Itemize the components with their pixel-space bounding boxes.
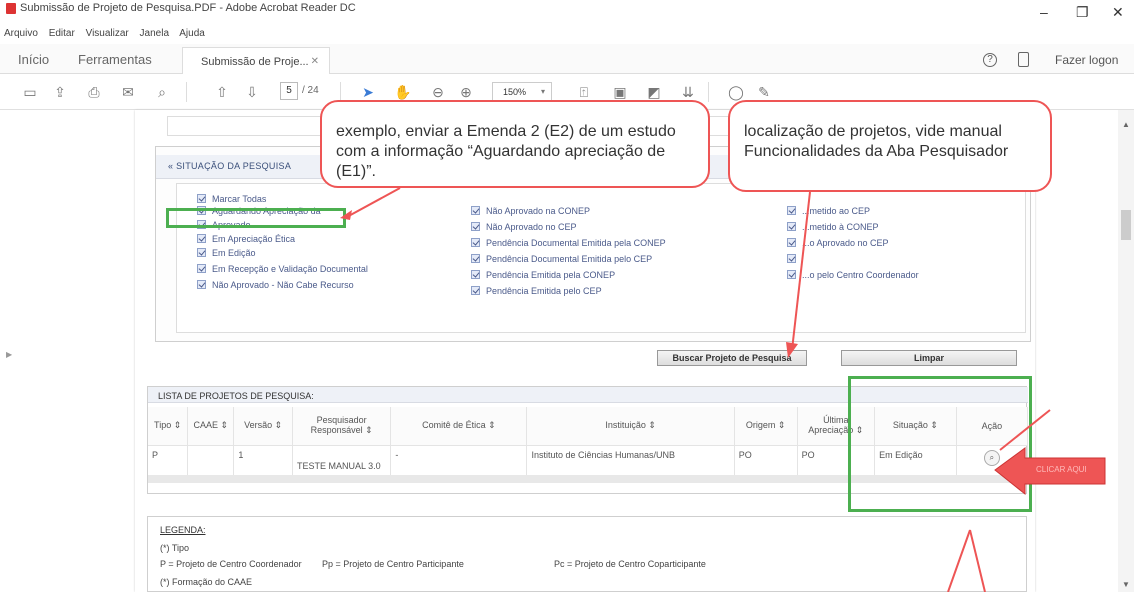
arrow-right-line	[791, 191, 811, 351]
arrow-bottom-line1	[947, 529, 971, 592]
arrow-right-head	[786, 342, 798, 358]
arrow-bottom-line2	[969, 529, 986, 592]
arrow-left-line	[344, 187, 401, 219]
arrow-left-head	[340, 210, 352, 220]
annotation-arrows	[340, 187, 1106, 592]
click-here-label: CLICAR AQUI	[1036, 465, 1087, 474]
arrow-diag-line	[999, 409, 1051, 451]
